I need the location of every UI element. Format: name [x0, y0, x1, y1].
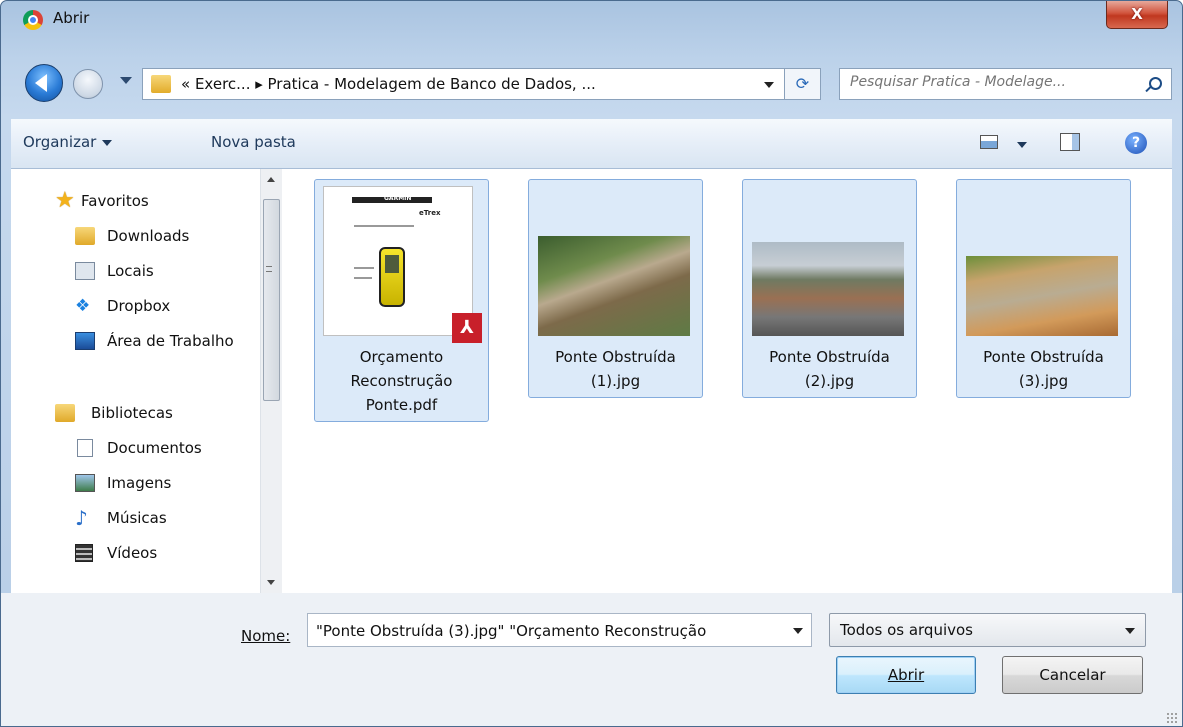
file-tile-jpg-1[interactable]: Ponte Obstruída (1).jpg: [528, 179, 703, 398]
search-box[interactable]: [839, 68, 1172, 100]
file-name-value: "Ponte Obstruída (3).jpg" "Orçamento Rec…: [316, 622, 707, 640]
pictures-icon: [75, 474, 95, 492]
image-thumbnail: [752, 242, 904, 336]
change-view-icon[interactable]: [980, 135, 998, 149]
pdf-thumb-product: eTrex: [419, 209, 441, 217]
navigation-bar: « Exerc... ▸ Pratica - Modelagem de Banc…: [1, 59, 1182, 107]
sidebar-item-label: Favoritos: [81, 192, 149, 210]
sidebar-item-label: Downloads: [107, 227, 190, 245]
music-icon: ♪: [75, 506, 88, 530]
image-thumbnail: [966, 256, 1118, 336]
new-folder-button[interactable]: Nova pasta: [211, 133, 296, 151]
search-icon[interactable]: [1149, 77, 1162, 90]
file-name-line: Ponte Obstruída: [983, 348, 1104, 366]
sidebar-scrollbar[interactable]: [260, 169, 282, 593]
sidebar-item-label: Bibliotecas: [91, 404, 173, 422]
gps-device-image: [379, 247, 405, 307]
recent-places-icon: [75, 262, 95, 280]
sidebar-item-label: Vídeos: [107, 544, 158, 562]
close-button[interactable]: X: [1106, 1, 1168, 29]
navigation-pane: ★ Favoritos Downloads Locais ❖ Dropbox Á…: [11, 169, 261, 593]
sidebar-item-label: Locais: [107, 262, 154, 280]
sidebar-item-label: Área de Trabalho: [107, 332, 234, 350]
pdf-text-line: [354, 225, 414, 227]
scrollbar-grip-icon: [266, 266, 272, 272]
file-tile-pdf[interactable]: GARMIN eTrex ⅄ Orçamento Reconstrução Po…: [314, 179, 489, 422]
scroll-up-arrow-icon[interactable]: [267, 177, 275, 182]
scrollbar-thumb[interactable]: [263, 199, 280, 401]
pdf-text-line: [354, 277, 372, 279]
address-path: « Exerc... ▸ Pratica - Modelagem de Banc…: [181, 75, 596, 93]
pdf-thumbnail: GARMIN eTrex ⅄: [323, 186, 482, 343]
resize-grip-icon[interactable]: [1166, 712, 1178, 724]
file-name-line: (2).jpg: [804, 372, 855, 390]
libraries-icon: [55, 404, 75, 422]
chrome-icon: [23, 10, 43, 30]
image-thumbnail: [538, 236, 690, 336]
chevron-down-icon: [1125, 628, 1135, 634]
documents-icon: [77, 439, 93, 457]
sidebar-item-label: Músicas: [107, 509, 167, 527]
desktop-icon: [75, 332, 95, 350]
downloads-folder-icon: [75, 227, 95, 245]
address-bar[interactable]: « Exerc... ▸ Pratica - Modelagem de Banc…: [142, 68, 785, 100]
pdf-text-line: [354, 267, 374, 269]
file-name-dropdown-icon[interactable]: [793, 628, 803, 634]
scroll-down-arrow-icon[interactable]: [267, 580, 275, 585]
sidebar-item-label: Dropbox: [107, 297, 171, 315]
refresh-button[interactable]: ⟳: [785, 68, 821, 100]
organize-menu[interactable]: Organizar: [23, 133, 113, 151]
file-tile-jpg-3[interactable]: Ponte Obstruída (3).jpg: [956, 179, 1131, 398]
content-area: ★ Favoritos Downloads Locais ❖ Dropbox Á…: [11, 169, 1172, 593]
file-type-value: Todos os arquivos: [840, 621, 973, 639]
sidebar-item-label: Imagens: [107, 474, 172, 492]
open-file-dialog: Abrir X « Exerc... ▸ Pratica - Modelagem…: [0, 0, 1183, 727]
command-bar: Organizar Nova pasta ?: [11, 119, 1172, 169]
file-tile-jpg-2[interactable]: Ponte Obstruída (2).jpg: [742, 179, 917, 398]
pdf-icon: ⅄: [452, 313, 482, 343]
file-name-label: Nome:: [241, 627, 290, 645]
cancel-button[interactable]: Cancelar: [1002, 656, 1143, 694]
organize-label: Organizar: [23, 133, 97, 151]
file-name-field[interactable]: "Ponte Obstruída (3).jpg" "Orçamento Rec…: [307, 613, 812, 647]
open-button-label: Abrir: [887, 666, 925, 684]
folder-icon: [151, 75, 171, 93]
dialog-footer: Nome: "Ponte Obstruída (3).jpg" "Orçamen…: [1, 593, 1182, 726]
search-input[interactable]: [850, 74, 1130, 90]
view-options-dropdown[interactable]: [1017, 142, 1027, 148]
file-name-line: Ponte Obstruída: [769, 348, 890, 366]
help-icon[interactable]: ?: [1125, 132, 1147, 154]
recent-locations-dropdown[interactable]: [120, 77, 132, 84]
file-name-label-accesskey: Nome:: [241, 627, 291, 645]
file-name-line: (3).jpg: [1018, 372, 1069, 390]
title-bar: Abrir X: [1, 1, 1182, 51]
forward-button[interactable]: [73, 69, 103, 99]
back-button[interactable]: [25, 64, 63, 102]
open-button[interactable]: Abrir: [836, 656, 976, 694]
file-name-line: Orçamento: [359, 348, 444, 366]
file-name-line: Ponte Obstruída: [555, 348, 676, 366]
dropbox-icon: ❖: [75, 296, 91, 316]
window-title: Abrir: [53, 9, 90, 27]
file-name-line: Reconstrução: [350, 372, 453, 390]
file-name-line: Ponte.pdf: [365, 396, 438, 414]
chevron-down-icon: [102, 139, 113, 146]
address-dropdown-icon[interactable]: [764, 82, 774, 88]
videos-icon: [75, 544, 93, 562]
file-name-line: (1).jpg: [590, 372, 641, 390]
file-type-select[interactable]: Todos os arquivos: [829, 613, 1146, 647]
preview-pane-icon[interactable]: [1060, 133, 1080, 151]
star-icon: ★: [55, 188, 75, 213]
sidebar-item-label: Documentos: [107, 439, 202, 457]
pdf-thumb-brand: GARMIN: [384, 195, 412, 202]
